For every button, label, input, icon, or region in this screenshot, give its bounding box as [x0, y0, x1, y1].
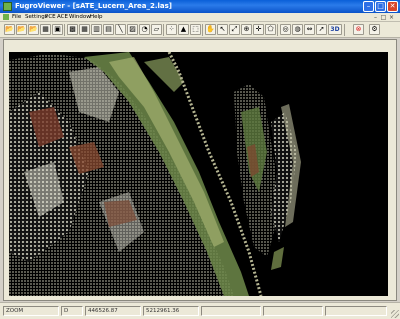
- zoom-in-icon[interactable]: ⊕: [241, 24, 252, 35]
- zoom-window-icon[interactable]: ⤢: [229, 24, 240, 35]
- image-window-icon[interactable]: ▣: [52, 24, 63, 35]
- chart-window-icon[interactable]: ▦: [40, 24, 51, 35]
- child-restore-button[interactable]: □: [380, 14, 387, 21]
- draw-line-icon[interactable]: ╲: [115, 24, 126, 35]
- toolbar-separator: [277, 24, 278, 36]
- open-folder-green-icon[interactable]: 📂: [16, 24, 27, 35]
- grid-icon[interactable]: ▦: [79, 24, 90, 35]
- status-mode: ZOOM: [3, 306, 59, 316]
- toolbar-separator: [64, 24, 65, 36]
- status-x-coordinate: 446526.87: [85, 306, 141, 316]
- status-bar: ZOOM D 446526.87 5212961.36: [0, 302, 400, 319]
- menu-window[interactable]: Window: [69, 14, 91, 21]
- settings-icon[interactable]: ⚙: [369, 24, 380, 35]
- profile-icon[interactable]: ▱: [151, 24, 162, 35]
- rainbow-icon[interactable]: ▥: [91, 24, 102, 35]
- scatter-points-icon[interactable]: ⁘: [166, 24, 177, 35]
- status-panel-5: [263, 306, 323, 316]
- child-minimize-button[interactable]: –: [372, 14, 379, 21]
- color-wheel-icon[interactable]: ◔: [139, 24, 150, 35]
- window-title: FugroViewer - [sATE_Lucern_Area_2.las]: [15, 2, 173, 10]
- status-view: D: [61, 306, 83, 316]
- elevation-map-icon[interactable]: ▨: [127, 24, 138, 35]
- toolbar-separator: [163, 24, 164, 36]
- title-bar: FugroViewer - [sATE_Lucern_Area_2.las] –…: [0, 0, 400, 13]
- close-button[interactable]: ✕: [387, 1, 398, 12]
- status-panel-6: [325, 306, 387, 316]
- polygon-icon[interactable]: ⬠: [265, 24, 276, 35]
- status-panel-4: [201, 306, 261, 316]
- toolbar: 📂 📂 📂 ▦ ▣ ▩ ▦ ▥ ▤ ╲ ▨ ◔ ▱ ⁘ ▲ ⬚ ✋ ↖ ⤢ ⊕ ✛ ⬠ ◎ ◍ ⇔ ➚ 3D ⊗ ⚙: [0, 22, 400, 38]
- crosshair-icon[interactable]: ✛: [253, 24, 264, 35]
- menu-pce[interactable]: PCE: [45, 14, 56, 21]
- open-folder-icon[interactable]: 📂: [4, 24, 15, 35]
- open-folder-alt-icon[interactable]: 📂: [28, 24, 39, 35]
- grayscale-icon[interactable]: ▤: [103, 24, 114, 35]
- flythrough-icon[interactable]: ➚: [316, 24, 327, 35]
- color-palette-icon[interactable]: ▩: [67, 24, 78, 35]
- point-cloud-view[interactable]: [9, 52, 388, 296]
- menu-help[interactable]: Help: [90, 14, 103, 21]
- maximize-button[interactable]: □: [375, 1, 386, 12]
- globe-icon[interactable]: ◍: [292, 24, 303, 35]
- minimize-button[interactable]: –: [363, 1, 374, 12]
- 3d-view-icon[interactable]: 3D: [328, 24, 342, 35]
- lidar-point-cloud-image: [9, 52, 301, 296]
- toolbar-separator: [202, 24, 203, 36]
- resize-grip[interactable]: [391, 310, 399, 318]
- menu-file[interactable]: File: [12, 14, 21, 21]
- select-arrow-icon[interactable]: ↖: [217, 24, 228, 35]
- rotate-view-icon[interactable]: ◎: [280, 24, 291, 35]
- menu-ace[interactable]: ACE: [57, 14, 68, 21]
- app-icon: [3, 2, 12, 11]
- toolbar-separator: [344, 24, 345, 36]
- stop-icon[interactable]: ⊗: [353, 24, 364, 35]
- dotted-rect-icon[interactable]: ⬚: [190, 24, 201, 35]
- measure-icon[interactable]: ⇔: [304, 24, 315, 35]
- menu-bar: File Settings PCE ACE Window Help – □ ×: [0, 13, 400, 22]
- child-close-button[interactable]: ×: [388, 14, 395, 21]
- status-y-coordinate: 5212961.36: [143, 306, 199, 316]
- triangle-icon[interactable]: ▲: [178, 24, 189, 35]
- document-icon[interactable]: [3, 14, 9, 20]
- hand-pan-icon[interactable]: ✋: [205, 24, 216, 35]
